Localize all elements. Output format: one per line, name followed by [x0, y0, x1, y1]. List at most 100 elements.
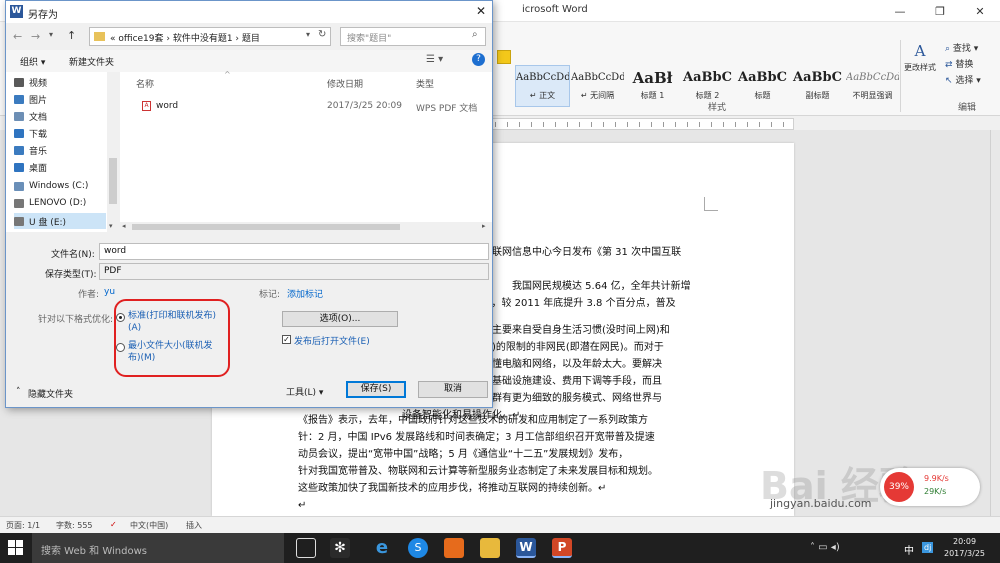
view-options-icon[interactable]: ☰ ▾	[426, 54, 443, 65]
nav-item[interactable]: 图片	[14, 91, 106, 107]
dialog-search-input[interactable]: 搜索"题目"	[340, 27, 486, 46]
tags-label: 标记:	[259, 290, 281, 300]
new-folder-button[interactable]: 新建文件夹	[69, 55, 114, 68]
nav-item[interactable]: 下载	[14, 125, 106, 141]
fox-app-icon[interactable]	[444, 538, 464, 558]
filename-input[interactable]: word	[99, 243, 489, 260]
search-icon[interactable]: ⌕	[472, 29, 478, 40]
nav-scrollbar[interactable]: ▾	[107, 72, 119, 232]
hide-folders-chevron-icon[interactable]: ˄	[16, 387, 21, 397]
clock[interactable]: 20:09 2017/3/25	[944, 536, 985, 560]
style-item[interactable]: AaBbC 标题	[735, 65, 790, 107]
column-date[interactable]: 修改日期	[327, 77, 363, 90]
browser-icon[interactable]: S	[408, 538, 428, 558]
net-speed-widget[interactable]: 39% 9.9K/s 29K/s	[880, 468, 980, 506]
filetype-select[interactable]: PDF	[99, 263, 489, 280]
folder-icon	[94, 32, 105, 41]
dialog-close-icon[interactable]: ✕	[476, 4, 486, 18]
taskbar-search[interactable]: 搜索 Web 和 Windows	[32, 533, 284, 563]
up-arrow-icon[interactable]: ↑	[67, 29, 76, 42]
help-icon[interactable]: ?	[472, 53, 485, 66]
fan-app-icon[interactable]: ✻	[330, 538, 350, 558]
ruler-tick	[651, 122, 652, 127]
ime-indicator[interactable]: 中	[904, 542, 914, 557]
file-date: 2017/3/25 20:09	[327, 101, 402, 111]
usb-drive-icon	[14, 216, 24, 226]
tags-value[interactable]: 添加标记	[287, 287, 323, 300]
select-button[interactable]: ↖ 选择 ▾	[945, 73, 981, 89]
document-scrollbar[interactable]	[990, 130, 1000, 516]
file-hscrollbar[interactable]: ◂ ▸	[120, 222, 492, 232]
refresh-icon[interactable]: ↻	[318, 29, 326, 40]
nav-item[interactable]: 音乐	[14, 142, 106, 158]
margin-mark	[704, 197, 718, 211]
nav-item[interactable]: 文档	[14, 108, 106, 124]
style-item[interactable]: AaBbCcDd 不明显强调	[845, 65, 900, 107]
paste-icon[interactable]	[497, 50, 511, 64]
editing-group-label: 编辑	[958, 103, 977, 113]
recent-locations-icon[interactable]: ▾	[49, 30, 53, 39]
file-row[interactable]: A word 2017/3/25 20:09 WPS PDF 文档	[120, 98, 492, 114]
author-value[interactable]: yu	[104, 287, 115, 297]
proofing-icon[interactable]: ✓	[110, 520, 117, 529]
nav-item[interactable]: 桌面	[14, 159, 106, 175]
forward-arrow-icon[interactable]: →	[31, 30, 40, 43]
address-dropdown-icon[interactable]: ▾	[306, 30, 310, 39]
options-button[interactable]: 选项(O)...	[282, 311, 398, 327]
document-line: 动员会议，提出“宽带中国”战略；5 月《通信业“十二五”发展规划》发布，	[298, 449, 629, 460]
nav-item-label: 文档	[29, 112, 48, 123]
powerpoint-app-icon[interactable]: P	[552, 538, 572, 558]
nav-item[interactable]: LENOVO (D:)	[14, 195, 106, 211]
cancel-button[interactable]: 取消	[418, 381, 488, 398]
close-icon[interactable]: ✕	[960, 0, 1000, 22]
find-button[interactable]: ⌕ 查找 ▾	[945, 41, 981, 57]
scroll-down-icon[interactable]: ▾	[109, 222, 113, 230]
hide-folders-button[interactable]: 隐藏文件夹	[28, 387, 73, 400]
status-bar: 页面: 1/1 字数: 555 ✓ 中文(中国) 插入	[0, 516, 1000, 533]
style-item[interactable]: AaBł 标题 1	[625, 65, 680, 107]
style-item[interactable]: AaBbCcDd ↵ 无间隔	[570, 65, 625, 107]
style-label: 副标题	[805, 91, 830, 100]
open-after-checkbox[interactable]: ✓	[282, 335, 291, 344]
nav-scroll-thumb[interactable]	[109, 158, 117, 204]
music-icon	[14, 145, 24, 155]
status-language[interactable]: 中文(中国)	[130, 520, 168, 531]
documents-icon	[14, 111, 24, 121]
lang-badge[interactable]: dj	[922, 542, 934, 553]
ruler-tick	[711, 122, 712, 127]
column-type[interactable]: 类型	[416, 77, 434, 90]
tools-button[interactable]: 工具(L) ▾	[286, 385, 323, 398]
tray-icons[interactable]: ˄ ▭ ◂)	[810, 542, 840, 553]
windows-start-icon[interactable]	[8, 540, 23, 555]
drive-icon	[14, 181, 24, 191]
organize-button[interactable]: 组织 ▾	[20, 55, 45, 68]
video-icon	[14, 77, 24, 87]
ruler-tick	[603, 122, 604, 127]
word-app-icon[interactable]: W	[516, 538, 536, 558]
style-item[interactable]: AaBbCcDd ↵ 正文	[515, 65, 570, 107]
scroll-left-icon[interactable]: ◂	[122, 222, 126, 230]
edge-icon[interactable]: e	[372, 538, 392, 558]
desktop-icon	[14, 162, 24, 172]
back-arrow-icon[interactable]: ←	[13, 30, 22, 43]
hscroll-thumb[interactable]	[132, 224, 400, 230]
nav-item[interactable]: U 盘 (E:)	[14, 213, 106, 229]
nav-item[interactable]: 视频	[14, 74, 106, 90]
task-view-icon[interactable]	[296, 538, 316, 558]
style-item[interactable]: AaBbC 副标题	[790, 65, 845, 107]
minimize-icon[interactable]: —	[880, 0, 920, 22]
replace-button[interactable]: ⇄ 替换	[945, 57, 981, 73]
file-explorer-icon[interactable]	[480, 538, 500, 558]
address-bar[interactable]: « office19套 › 软件中没有题1 › 题目	[89, 27, 331, 46]
scroll-right-icon[interactable]: ▸	[482, 222, 486, 230]
open-after-label[interactable]: 发布后打开文件(E)	[294, 334, 370, 347]
restore-icon[interactable]: ❐	[920, 0, 960, 22]
style-label: 标题 1	[640, 91, 665, 100]
dialog-toolbar: 组织 ▾ 新建文件夹 ☰ ▾ ?	[6, 50, 492, 72]
nav-item[interactable]: Windows (C:)	[14, 178, 106, 194]
status-mode[interactable]: 插入	[186, 520, 202, 531]
save-button[interactable]: 保存(S)	[346, 381, 406, 398]
nav-item-label: 下载	[29, 129, 48, 140]
column-name[interactable]: 名称	[136, 77, 154, 90]
change-styles-button[interactable]: A 更改样式	[903, 42, 937, 73]
